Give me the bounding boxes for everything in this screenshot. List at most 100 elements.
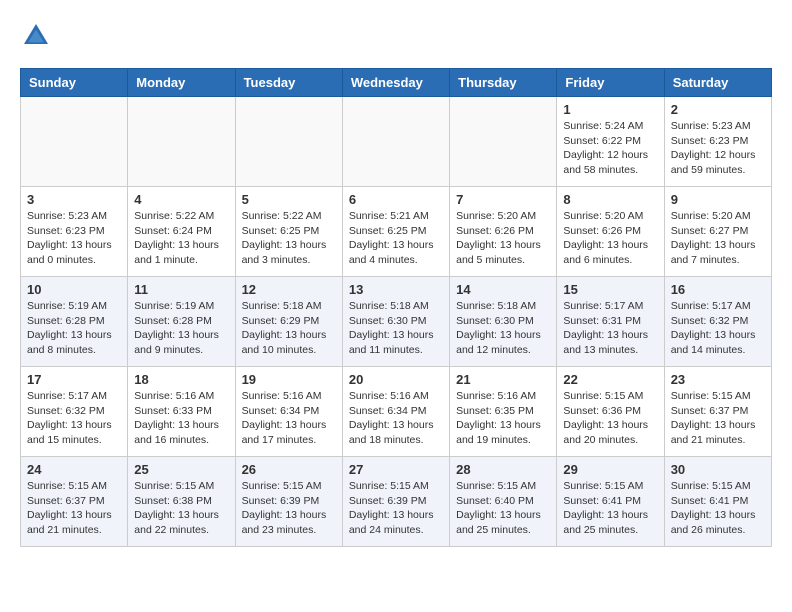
day-number: 2 <box>671 102 765 117</box>
day-number: 21 <box>456 372 550 387</box>
calendar-day: 8 Sunrise: 5:20 AMSunset: 6:26 PMDaylight… <box>557 187 664 277</box>
day-info: Sunrise: 5:20 AMSunset: 6:26 PMDaylight:… <box>456 209 550 268</box>
calendar-day <box>450 97 557 187</box>
calendar-day: 11 Sunrise: 5:19 AMSunset: 6:28 PMDayligh… <box>128 277 235 367</box>
calendar-table: SundayMondayTuesdayWednesdayThursdayFrid… <box>20 68 772 547</box>
day-number: 19 <box>242 372 336 387</box>
header-sunday: Sunday <box>21 69 128 97</box>
day-info: Sunrise: 5:23 AMSunset: 6:23 PMDaylight:… <box>27 209 121 268</box>
day-number: 13 <box>349 282 443 297</box>
calendar-week-2: 10 Sunrise: 5:19 AMSunset: 6:28 PMDayligh… <box>21 277 772 367</box>
day-info: Sunrise: 5:15 AMSunset: 6:41 PMDaylight:… <box>563 479 657 538</box>
day-number: 9 <box>671 192 765 207</box>
calendar-day: 16 Sunrise: 5:17 AMSunset: 6:32 PMDayligh… <box>664 277 771 367</box>
calendar-day: 5 Sunrise: 5:22 AMSunset: 6:25 PMDaylight… <box>235 187 342 277</box>
day-number: 3 <box>27 192 121 207</box>
day-info: Sunrise: 5:18 AMSunset: 6:30 PMDaylight:… <box>456 299 550 358</box>
calendar-day: 3 Sunrise: 5:23 AMSunset: 6:23 PMDaylight… <box>21 187 128 277</box>
calendar-day: 24 Sunrise: 5:15 AMSunset: 6:37 PMDayligh… <box>21 457 128 547</box>
page-header <box>20 20 772 52</box>
calendar-day <box>342 97 449 187</box>
day-info: Sunrise: 5:16 AMSunset: 6:33 PMDaylight:… <box>134 389 228 448</box>
header-wednesday: Wednesday <box>342 69 449 97</box>
day-number: 10 <box>27 282 121 297</box>
day-info: Sunrise: 5:17 AMSunset: 6:31 PMDaylight:… <box>563 299 657 358</box>
calendar-day <box>235 97 342 187</box>
logo-icon <box>20 20 52 52</box>
calendar-day: 4 Sunrise: 5:22 AMSunset: 6:24 PMDaylight… <box>128 187 235 277</box>
calendar-day: 18 Sunrise: 5:16 AMSunset: 6:33 PMDayligh… <box>128 367 235 457</box>
calendar-day: 27Sunrise: 5:15 AMSunset: 6:39 PMDayligh… <box>342 457 449 547</box>
calendar-day: 1 Sunrise: 5:24 AMSunset: 6:22 PMDaylight… <box>557 97 664 187</box>
calendar-week-0: 1 Sunrise: 5:24 AMSunset: 6:22 PMDaylight… <box>21 97 772 187</box>
day-number: 26 <box>242 462 336 477</box>
calendar-day: 10 Sunrise: 5:19 AMSunset: 6:28 PMDayligh… <box>21 277 128 367</box>
day-number: 4 <box>134 192 228 207</box>
day-info: Sunrise: 5:17 AMSunset: 6:32 PMDaylight:… <box>671 299 765 358</box>
day-info: Sunrise: 5:19 AMSunset: 6:28 PMDaylight:… <box>134 299 228 358</box>
calendar-day: 30Sunrise: 5:15 AMSunset: 6:41 PMDayligh… <box>664 457 771 547</box>
calendar-day: 17 Sunrise: 5:17 AMSunset: 6:32 PMDayligh… <box>21 367 128 457</box>
day-number: 14 <box>456 282 550 297</box>
calendar-day <box>21 97 128 187</box>
day-number: 25 <box>134 462 228 477</box>
day-number: 1 <box>563 102 657 117</box>
day-info: Sunrise: 5:16 AMSunset: 6:34 PMDaylight:… <box>242 389 336 448</box>
day-info: Sunrise: 5:22 AMSunset: 6:24 PMDaylight:… <box>134 209 228 268</box>
header-friday: Friday <box>557 69 664 97</box>
calendar-day: 7 Sunrise: 5:20 AMSunset: 6:26 PMDaylight… <box>450 187 557 277</box>
day-number: 28 <box>456 462 550 477</box>
day-number: 16 <box>671 282 765 297</box>
day-info: Sunrise: 5:21 AMSunset: 6:25 PMDaylight:… <box>349 209 443 268</box>
day-number: 20 <box>349 372 443 387</box>
day-info: Sunrise: 5:18 AMSunset: 6:29 PMDaylight:… <box>242 299 336 358</box>
header-monday: Monday <box>128 69 235 97</box>
logo <box>20 20 56 52</box>
calendar-week-3: 17 Sunrise: 5:17 AMSunset: 6:32 PMDayligh… <box>21 367 772 457</box>
calendar-day: 9 Sunrise: 5:20 AMSunset: 6:27 PMDaylight… <box>664 187 771 277</box>
day-number: 15 <box>563 282 657 297</box>
day-info: Sunrise: 5:15 AMSunset: 6:37 PMDaylight:… <box>671 389 765 448</box>
day-number: 8 <box>563 192 657 207</box>
calendar-day: 26Sunrise: 5:15 AMSunset: 6:39 PMDayligh… <box>235 457 342 547</box>
day-info: Sunrise: 5:15 AMSunset: 6:36 PMDaylight:… <box>563 389 657 448</box>
calendar-day: 23 Sunrise: 5:15 AMSunset: 6:37 PMDayligh… <box>664 367 771 457</box>
calendar-day <box>128 97 235 187</box>
day-number: 5 <box>242 192 336 207</box>
day-info: Sunrise: 5:15 AMSunset: 6:40 PMDaylight:… <box>456 479 550 538</box>
day-info: Sunrise: 5:15 AMSunset: 6:37 PMDaylight:… <box>27 479 121 538</box>
day-number: 23 <box>671 372 765 387</box>
day-info: Sunrise: 5:19 AMSunset: 6:28 PMDaylight:… <box>27 299 121 358</box>
header-thursday: Thursday <box>450 69 557 97</box>
header-saturday: Saturday <box>664 69 771 97</box>
day-info: Sunrise: 5:15 AMSunset: 6:38 PMDaylight:… <box>134 479 228 538</box>
day-number: 7 <box>456 192 550 207</box>
header-tuesday: Tuesday <box>235 69 342 97</box>
calendar-day: 19 Sunrise: 5:16 AMSunset: 6:34 PMDayligh… <box>235 367 342 457</box>
day-number: 18 <box>134 372 228 387</box>
day-info: Sunrise: 5:16 AMSunset: 6:34 PMDaylight:… <box>349 389 443 448</box>
day-number: 30 <box>671 462 765 477</box>
day-info: Sunrise: 5:22 AMSunset: 6:25 PMDaylight:… <box>242 209 336 268</box>
day-number: 24 <box>27 462 121 477</box>
calendar-day: 14 Sunrise: 5:18 AMSunset: 6:30 PMDayligh… <box>450 277 557 367</box>
day-info: Sunrise: 5:20 AMSunset: 6:27 PMDaylight:… <box>671 209 765 268</box>
calendar-week-4: 24 Sunrise: 5:15 AMSunset: 6:37 PMDayligh… <box>21 457 772 547</box>
calendar-week-1: 3 Sunrise: 5:23 AMSunset: 6:23 PMDaylight… <box>21 187 772 277</box>
calendar-day: 28 Sunrise: 5:15 AMSunset: 6:40 PMDayligh… <box>450 457 557 547</box>
day-info: Sunrise: 5:15 AMSunset: 6:39 PMDaylight:… <box>349 479 443 538</box>
calendar-header-row: SundayMondayTuesdayWednesdayThursdayFrid… <box>21 69 772 97</box>
calendar-body: 1 Sunrise: 5:24 AMSunset: 6:22 PMDaylight… <box>21 97 772 547</box>
day-number: 29 <box>563 462 657 477</box>
calendar-day: 2Sunrise: 5:23 AMSunset: 6:23 PMDaylight… <box>664 97 771 187</box>
day-info: Sunrise: 5:17 AMSunset: 6:32 PMDaylight:… <box>27 389 121 448</box>
calendar-day: 12Sunrise: 5:18 AMSunset: 6:29 PMDayligh… <box>235 277 342 367</box>
day-info: Sunrise: 5:16 AMSunset: 6:35 PMDaylight:… <box>456 389 550 448</box>
calendar-day: 22Sunrise: 5:15 AMSunset: 6:36 PMDayligh… <box>557 367 664 457</box>
calendar-day: 13Sunrise: 5:18 AMSunset: 6:30 PMDayligh… <box>342 277 449 367</box>
day-number: 17 <box>27 372 121 387</box>
day-info: Sunrise: 5:24 AMSunset: 6:22 PMDaylight:… <box>563 119 657 178</box>
day-info: Sunrise: 5:20 AMSunset: 6:26 PMDaylight:… <box>563 209 657 268</box>
day-number: 11 <box>134 282 228 297</box>
calendar-day: 6Sunrise: 5:21 AMSunset: 6:25 PMDaylight… <box>342 187 449 277</box>
